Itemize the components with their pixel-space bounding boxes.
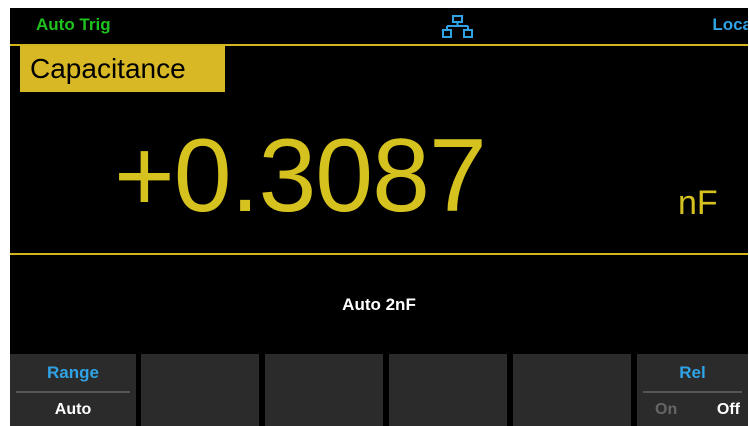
softkey-separator (643, 391, 742, 393)
softkey-bar: Range Auto Rel On Off (10, 354, 748, 426)
range-readout: Auto 2nF (342, 295, 416, 314)
softkey-5[interactable] (513, 354, 631, 426)
range-softkey-value: Auto (54, 401, 92, 418)
rel-softkey-title: Rel (679, 363, 706, 382)
softkey-4[interactable] (389, 354, 507, 426)
rel-softkey[interactable]: Rel On Off (637, 354, 748, 426)
softkey-2[interactable] (141, 354, 259, 426)
softkey-separator (16, 391, 130, 393)
meter-screen: Auto Trig Loca Capacitance +0.3087 nF Au… (10, 8, 748, 426)
rel-on-option: On (655, 401, 678, 418)
control-mode-indicator: Loca (712, 15, 748, 34)
middle-divider (10, 253, 748, 255)
rel-off-option: Off (716, 401, 740, 418)
main-reading: +0.3087 (114, 118, 487, 234)
range-softkey[interactable]: Range Auto (10, 354, 136, 426)
reading-unit: nF (678, 184, 718, 222)
network-icon (442, 15, 473, 38)
status-bar: Auto Trig Loca (10, 8, 748, 41)
trigger-mode-indicator: Auto Trig (36, 15, 111, 34)
function-label: Capacitance (20, 46, 225, 92)
softkey-3[interactable] (265, 354, 383, 426)
range-softkey-title: Range (47, 363, 99, 382)
